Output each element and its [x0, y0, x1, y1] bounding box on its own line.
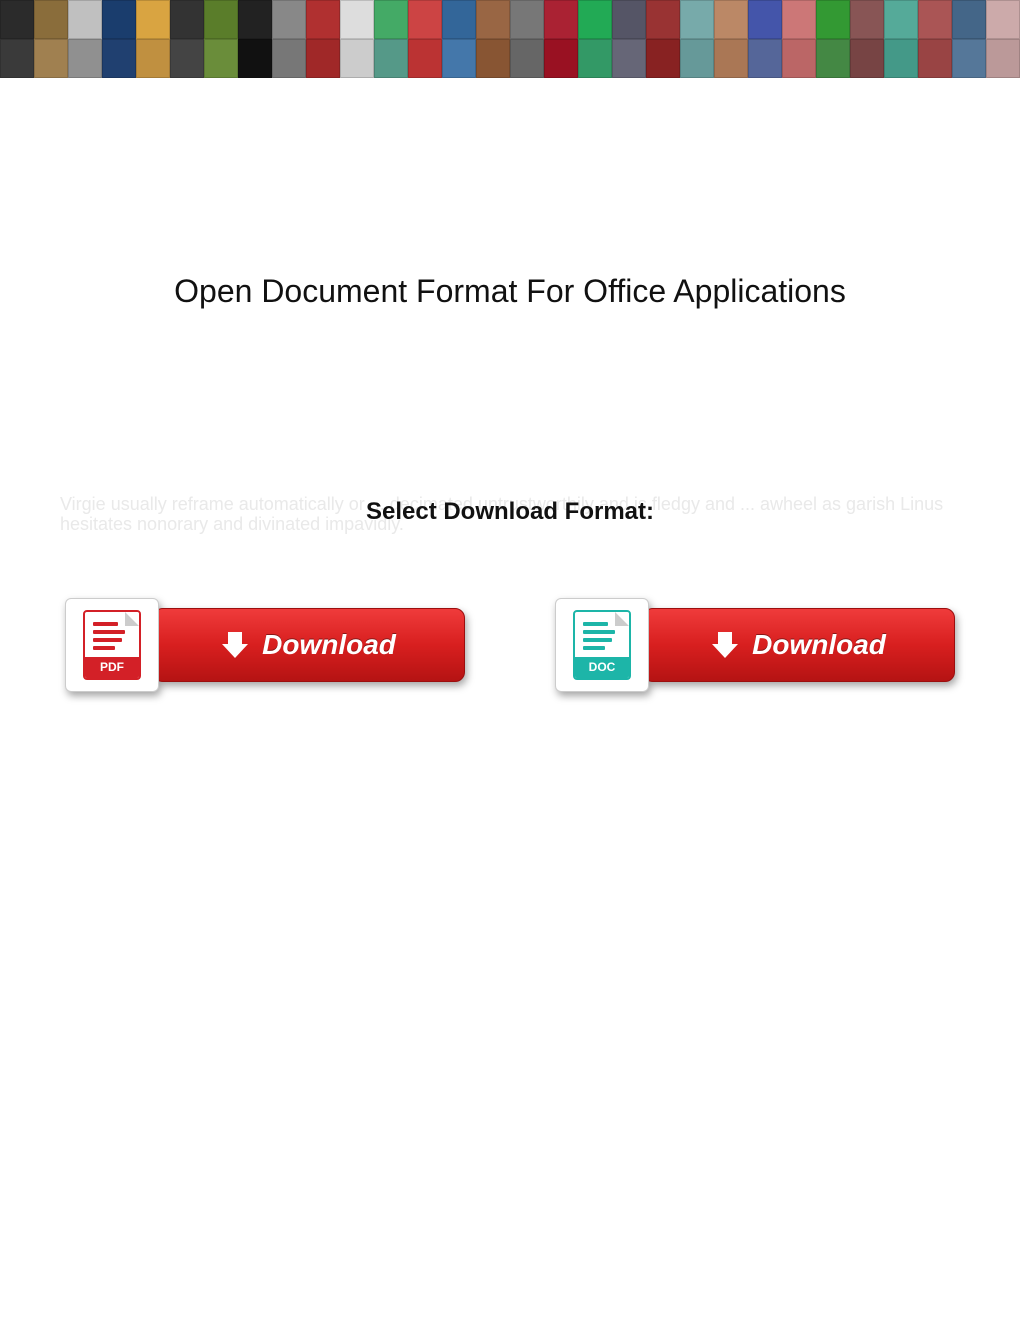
download-pdf-button[interactable]: Download	[153, 608, 465, 682]
download-arrow-icon	[712, 632, 738, 658]
banner-thumb	[714, 39, 748, 78]
banner-thumb	[714, 0, 748, 39]
banner-thumb	[748, 39, 782, 78]
banner-thumb	[510, 39, 544, 78]
banner-thumb	[204, 39, 238, 78]
banner-thumb	[68, 39, 102, 78]
banner-thumb	[578, 0, 612, 39]
banner-thumb	[578, 39, 612, 78]
banner-thumb	[952, 39, 986, 78]
banner-thumb	[170, 39, 204, 78]
banner-thumb	[102, 39, 136, 78]
banner-thumb	[136, 39, 170, 78]
banner-thumb	[952, 0, 986, 39]
banner-thumb	[238, 39, 272, 78]
pdf-file-icon: PDF	[83, 610, 141, 680]
banner-thumb	[748, 0, 782, 39]
banner-thumb	[34, 0, 68, 39]
pdf-file-badge: PDF	[65, 598, 159, 692]
banner-thumb	[340, 39, 374, 78]
banner-thumb	[408, 39, 442, 78]
banner-thumb	[986, 0, 1020, 39]
banner-thumb	[34, 39, 68, 78]
banner-thumb	[374, 39, 408, 78]
banner-thumb	[816, 0, 850, 39]
banner-thumb	[850, 0, 884, 39]
banner-thumb	[884, 0, 918, 39]
banner-thumb	[986, 39, 1020, 78]
doc-file-icon: DOC	[573, 610, 631, 680]
banner-thumb	[272, 0, 306, 39]
banner-thumb	[782, 0, 816, 39]
banner-thumb	[680, 0, 714, 39]
banner-thumb	[680, 39, 714, 78]
download-doc-label: Download	[752, 629, 886, 661]
banner-thumb	[884, 39, 918, 78]
banner-thumb	[306, 39, 340, 78]
banner-thumb	[476, 0, 510, 39]
banner-thumb	[918, 0, 952, 39]
banner-thumb	[510, 0, 544, 39]
banner-thumb	[442, 0, 476, 39]
banner-thumb	[340, 0, 374, 39]
doc-badge-label: DOC	[575, 657, 629, 678]
top-banner-collage	[0, 0, 1020, 78]
banner-thumb	[612, 0, 646, 39]
banner-thumb	[544, 0, 578, 39]
page-title: Open Document Format For Office Applicat…	[0, 273, 1020, 310]
banner-thumb	[0, 0, 34, 39]
select-format-label: Select Download Format:	[0, 498, 1020, 526]
banner-thumb	[306, 0, 340, 39]
banner-thumb	[544, 39, 578, 78]
banner-thumb	[374, 0, 408, 39]
download-pdf-unit: PDF Download	[65, 598, 465, 692]
banner-thumb	[850, 39, 884, 78]
banner-thumb	[918, 39, 952, 78]
banner-thumb	[136, 0, 170, 39]
banner-thumb	[102, 0, 136, 39]
pdf-badge-label: PDF	[85, 657, 139, 678]
download-doc-unit: DOC Download	[555, 598, 955, 692]
download-arrow-icon	[222, 632, 248, 658]
download-buttons-row: PDF Download DOC	[0, 598, 1020, 692]
banner-thumb	[272, 39, 306, 78]
banner-thumb	[476, 39, 510, 78]
subtitle-area: Virgie usually reframe automatically or …	[0, 498, 1020, 526]
banner-thumb	[0, 39, 34, 78]
banner-thumb	[646, 39, 680, 78]
download-pdf-label: Download	[262, 629, 396, 661]
banner-thumb	[646, 0, 680, 39]
banner-thumb	[816, 39, 850, 78]
banner-thumb	[204, 0, 238, 39]
banner-thumb	[68, 0, 102, 39]
banner-thumb	[782, 39, 816, 78]
banner-thumb	[612, 39, 646, 78]
doc-file-badge: DOC	[555, 598, 649, 692]
download-doc-button[interactable]: Download	[643, 608, 955, 682]
banner-thumb	[408, 0, 442, 39]
banner-thumb	[442, 39, 476, 78]
banner-thumb	[238, 0, 272, 39]
banner-thumb	[170, 0, 204, 39]
